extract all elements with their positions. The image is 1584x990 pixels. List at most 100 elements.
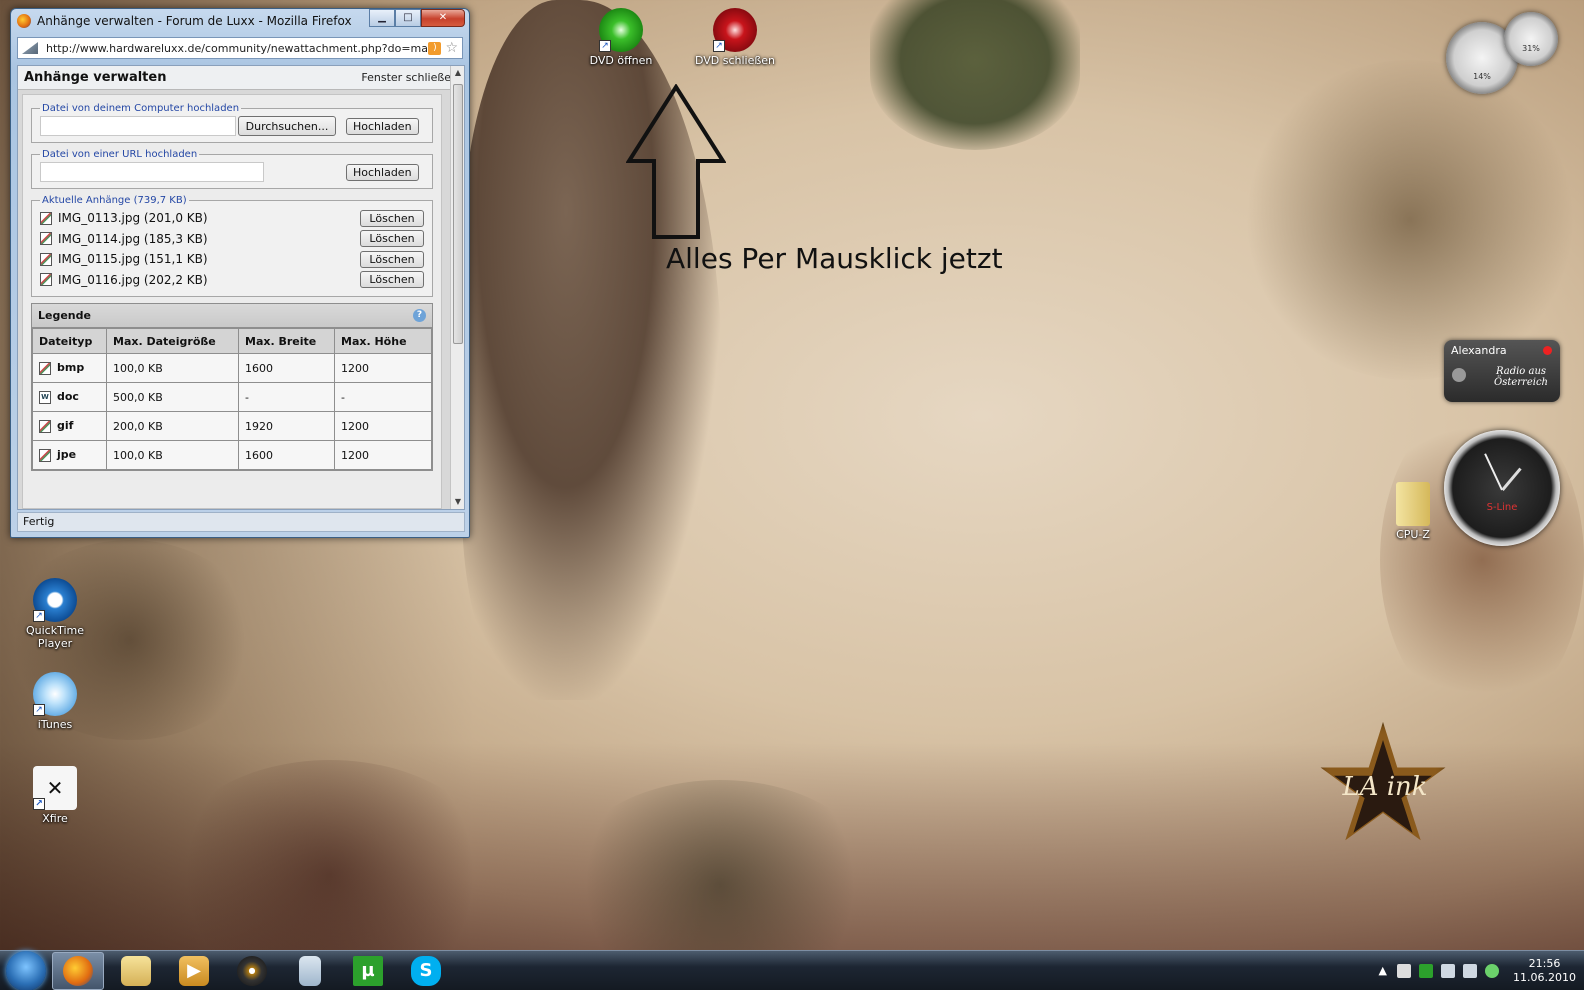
site-identity-icon[interactable] bbox=[22, 42, 38, 54]
wallpaper-skull bbox=[870, 0, 1080, 150]
attachment-name[interactable]: IMG_0115.jpg (151,1 KB) bbox=[58, 252, 360, 266]
delete-button[interactable]: Löschen bbox=[360, 250, 424, 268]
clock-date: 11.06.2010 bbox=[1513, 970, 1576, 984]
dvd-close-icon: ↗ bbox=[713, 8, 757, 52]
help-icon[interactable]: ? bbox=[413, 309, 426, 322]
wallpaper-ornament bbox=[1240, 60, 1580, 380]
taskbar-firefox[interactable] bbox=[52, 951, 104, 990]
status-bar: Fertig bbox=[17, 512, 465, 532]
attachment-item: IMG_0115.jpg (151,1 KB) Löschen bbox=[40, 249, 424, 270]
skype-icon: S bbox=[411, 955, 441, 986]
size-cell: 100,0 KB bbox=[106, 353, 239, 383]
bookmark-star-icon[interactable]: ☆ bbox=[445, 40, 458, 56]
filetype-table: Dateityp Max. Dateigröße Max. Breite Max… bbox=[32, 328, 432, 470]
url-input[interactable] bbox=[40, 162, 264, 182]
delete-button[interactable]: Löschen bbox=[360, 230, 424, 248]
minimize-button[interactable]: ▁ bbox=[369, 9, 395, 27]
taskbar-explorer[interactable] bbox=[110, 952, 162, 990]
filetype-cell: bmp bbox=[57, 361, 85, 375]
attachment-name[interactable]: IMG_0114.jpg (185,3 KB) bbox=[58, 232, 360, 246]
radio-gadget[interactable]: Alexandra Radio aus Österreich bbox=[1444, 340, 1560, 402]
record-icon[interactable] bbox=[1543, 346, 1552, 355]
image-file-icon bbox=[40, 273, 52, 287]
firefox-icon bbox=[63, 955, 93, 986]
skype-tray-icon[interactable] bbox=[1485, 963, 1500, 978]
dvd-open-icon: ↗ bbox=[599, 8, 643, 52]
delete-button[interactable]: Löschen bbox=[360, 209, 424, 227]
scroll-thumb[interactable] bbox=[453, 84, 463, 344]
upload-url-button[interactable]: Hochladen bbox=[346, 163, 419, 181]
desktop-icon-label: Xfire bbox=[42, 812, 68, 825]
network-icon[interactable] bbox=[1441, 963, 1456, 978]
column-header: Max. Dateigröße bbox=[106, 328, 239, 354]
action-center-icon[interactable] bbox=[1397, 963, 1412, 978]
system-tray: ▲ 21:56 11.06.2010 bbox=[1379, 951, 1584, 990]
clock-hand bbox=[1501, 467, 1522, 491]
page-header: Anhänge verwalten Fenster schließen bbox=[18, 66, 464, 90]
upload-computer-section: Datei von deinem Computer hochladen Durc… bbox=[31, 103, 433, 143]
start-button[interactable] bbox=[6, 950, 46, 990]
word-file-icon: W bbox=[39, 390, 51, 404]
radio-logo: Radio aus Österreich bbox=[1494, 366, 1548, 388]
window-title: Anhänge verwalten - Forum de Luxx - Mozi… bbox=[37, 14, 352, 28]
scroll-up-arrow[interactable]: ▲ bbox=[451, 66, 464, 80]
cpu-gauge-value: 14% bbox=[1473, 72, 1491, 81]
desktop-icon-label: iTunes bbox=[37, 718, 73, 731]
maximize-button[interactable]: □ bbox=[395, 9, 421, 27]
size-cell: 200,0 KB bbox=[106, 411, 239, 441]
speaker-icon[interactable] bbox=[1452, 368, 1466, 382]
filetype-legend: Legende ? Dateityp Max. Dateigröße Max. … bbox=[31, 303, 433, 471]
url-text[interactable]: http://www.hardwareluxx.de/community/new… bbox=[46, 42, 428, 55]
image-file-icon bbox=[39, 361, 51, 375]
taskbar-utorrent[interactable]: µ bbox=[342, 952, 394, 990]
title-bar[interactable]: Anhänge verwalten - Forum de Luxx - Mozi… bbox=[11, 9, 469, 33]
legend-header: Legende ? bbox=[32, 304, 432, 328]
table-row: gif 200,0 KB 1920 1200 bbox=[32, 411, 432, 441]
image-file-icon bbox=[40, 211, 52, 225]
table-row: Wdoc 500,0 KB - - bbox=[32, 382, 432, 412]
taskbar-calculator[interactable] bbox=[284, 952, 336, 990]
volume-icon[interactable] bbox=[1463, 963, 1478, 978]
media-player-icon: ▶ bbox=[179, 955, 209, 986]
taskbar-media-player[interactable]: ▶ bbox=[168, 952, 220, 990]
close-button[interactable]: ✕ bbox=[421, 9, 465, 27]
column-header: Max. Breite bbox=[238, 328, 335, 354]
upload-computer-button[interactable]: Hochladen bbox=[346, 117, 419, 135]
height-cell: 1200 bbox=[334, 353, 432, 383]
delete-button[interactable]: Löschen bbox=[360, 271, 424, 289]
clock-gadget[interactable]: S-Line bbox=[1444, 430, 1560, 546]
attachment-name[interactable]: IMG_0113.jpg (201,0 KB) bbox=[58, 211, 360, 225]
scroll-down-arrow[interactable]: ▼ bbox=[451, 495, 464, 509]
desktop-icon-dvd-open[interactable]: ↗ DVD öffnen bbox=[576, 8, 666, 67]
size-cell: 100,0 KB bbox=[106, 440, 239, 470]
image-file-icon bbox=[39, 419, 51, 433]
annotation-text: Alles Per Mausklick jetzt bbox=[666, 242, 1003, 275]
taskbar-app[interactable]: ● bbox=[226, 952, 278, 990]
taskbar-skype[interactable]: S bbox=[400, 952, 452, 990]
clock-hand bbox=[1484, 453, 1503, 491]
desktop-icon-quicktime[interactable]: ↗ QuickTime Player bbox=[10, 578, 100, 650]
desktop-icon-itunes[interactable]: ↗ iTunes bbox=[10, 672, 100, 731]
file-path-input[interactable] bbox=[40, 116, 236, 136]
vertical-scrollbar[interactable]: ▲ ▼ bbox=[450, 66, 464, 509]
column-header: Max. Höhe bbox=[334, 328, 432, 354]
firefox-window[interactable]: Anhänge verwalten - Forum de Luxx - Mozi… bbox=[10, 8, 470, 538]
current-attachments-legend: Aktuelle Anhänge (739,7 KB) bbox=[42, 195, 187, 206]
desktop-icon-dvd-close[interactable]: ↗ DVD schließen bbox=[690, 8, 780, 67]
desktop-icon-xfire[interactable]: ✕ ↗ Xfire bbox=[10, 766, 100, 825]
utorrent-tray-icon[interactable] bbox=[1419, 963, 1434, 978]
attachment-name[interactable]: IMG_0116.jpg (202,2 KB) bbox=[58, 273, 360, 287]
close-window-link[interactable]: Fenster schließen bbox=[361, 71, 458, 84]
app-icon: ● bbox=[237, 955, 267, 986]
browse-button[interactable]: Durchsuchen... bbox=[238, 116, 336, 136]
memory-gauge-gadget[interactable]: 31% bbox=[1504, 12, 1558, 66]
address-bar[interactable]: http://www.hardwareluxx.de/community/new… bbox=[17, 37, 463, 59]
filetype-cell: doc bbox=[57, 390, 79, 404]
show-hidden-icons[interactable]: ▲ bbox=[1379, 964, 1387, 977]
taskbar-clock[interactable]: 21:56 11.06.2010 bbox=[1513, 957, 1576, 985]
la-ink-logo-text: LA ink bbox=[1342, 772, 1428, 802]
width-cell: 1920 bbox=[238, 411, 335, 441]
rss-icon[interactable]: ) bbox=[428, 41, 442, 55]
attachment-item: IMG_0113.jpg (201,0 KB) Löschen bbox=[40, 208, 424, 229]
desktop-icon-label: QuickTime Player bbox=[25, 624, 85, 650]
